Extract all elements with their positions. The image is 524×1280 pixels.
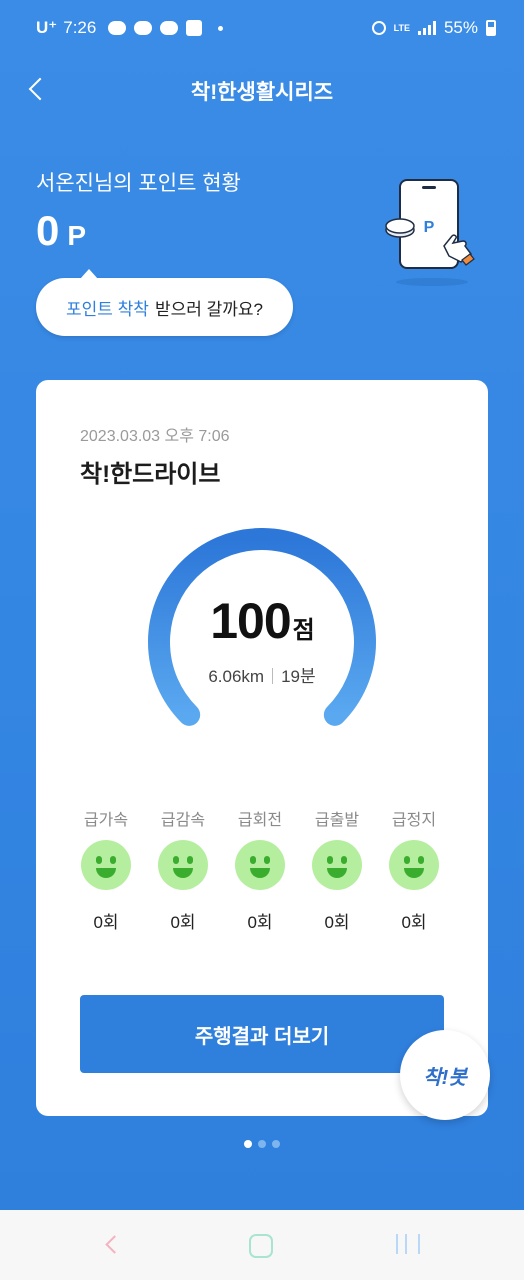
system-back-button[interactable] xyxy=(92,1230,132,1260)
card-title: 착!한드라이브 xyxy=(80,461,221,488)
app-notification-icon xyxy=(186,20,203,36)
event-label: 급출발 xyxy=(314,812,360,829)
bubble-rest-text: 받으러 갈까요? xyxy=(154,299,263,319)
page-dot xyxy=(244,1140,252,1148)
points-amount: 0 xyxy=(36,207,60,254)
page-dot xyxy=(272,1140,280,1148)
bubble-highlight-text: 포인트 착착 xyxy=(66,299,149,319)
driving-events: 급가속 0회 급감속 0회 급회전 0회 급출발 0회 급정지 0회 xyxy=(76,806,444,933)
page-indicator xyxy=(0,1140,524,1148)
talk-notification-icon xyxy=(108,21,127,35)
drive-date: 2023.03.03 오후 7:06 xyxy=(80,428,230,445)
battery-percent: 55% xyxy=(443,18,478,37)
status-bar: U⁺ 7:26 LTE 55% xyxy=(0,0,524,58)
points-unit: P xyxy=(67,220,87,251)
event-count: 0회 xyxy=(401,913,427,932)
event-count: 0회 xyxy=(324,913,350,932)
event-label: 급정지 xyxy=(391,812,437,829)
status-left: U⁺ 7:26 xyxy=(36,18,224,38)
battery-icon xyxy=(486,20,496,36)
lte-indicator: LTE xyxy=(393,22,410,33)
meta-divider xyxy=(272,668,274,684)
trip-distance: 6.06km xyxy=(208,667,265,686)
event-count: 0회 xyxy=(170,913,196,932)
event-label: 급가속 xyxy=(83,812,129,829)
app-header: 착!한생활시리즈 xyxy=(0,62,524,116)
trip-duration: 19분 xyxy=(281,667,316,686)
smiley-face-icon xyxy=(235,840,285,890)
event-hard-braking: 급감속 0회 xyxy=(153,806,213,933)
event-sudden-start: 급출발 0회 xyxy=(307,806,367,933)
signal-icon xyxy=(417,21,436,35)
phone-point-illustration: P xyxy=(385,179,475,286)
cup-notification-icon xyxy=(160,21,179,35)
drive-result-card: 2023.03.03 오후 7:06 착!한드라이브 100점 6.06km 19… xyxy=(36,380,488,1116)
event-sudden-stop: 급정지 0회 xyxy=(384,806,444,933)
smiley-face-icon xyxy=(312,840,362,890)
system-navigation-bar xyxy=(0,1210,524,1280)
alarm-icon xyxy=(371,21,386,35)
chatbot-button[interactable]: 착!봇 xyxy=(400,1030,490,1120)
points-status-label: 서온진님의 포인트 현황 xyxy=(36,172,241,195)
smiley-face-icon xyxy=(389,840,439,890)
event-label: 급회전 xyxy=(237,812,283,829)
event-hard-acceleration: 급가속 0회 xyxy=(76,806,136,933)
status-right: LTE 55% xyxy=(371,18,496,38)
score-value: 100 xyxy=(210,593,291,649)
system-home-button[interactable] xyxy=(240,1230,280,1260)
clock-time: 7:26 xyxy=(63,18,97,37)
trip-meta: 6.06km 19분 xyxy=(36,662,488,687)
app-screen: U⁺ 7:26 LTE 55% 착!한생활시리즈 서온진님의 포인트 현황 0P xyxy=(0,0,524,1210)
event-count: 0회 xyxy=(247,913,273,932)
view-more-results-button[interactable]: 주행결과 더보기 xyxy=(80,995,444,1073)
score-unit: 점 xyxy=(292,617,315,644)
points-value: 0P xyxy=(36,207,86,255)
page-dot xyxy=(258,1140,266,1148)
point-invite-bubble[interactable]: 포인트 착착 받으러 갈까요? xyxy=(36,269,293,336)
chat-notification-icon xyxy=(134,21,153,35)
event-sharp-turn: 급회전 0회 xyxy=(230,806,290,933)
more-notifications-dot-icon xyxy=(218,25,224,31)
smiley-face-icon xyxy=(81,840,131,890)
phone-point-letter: P xyxy=(424,219,435,236)
smiley-face-icon xyxy=(158,840,208,890)
drive-score: 100점 xyxy=(36,592,488,650)
carrier-label: U⁺ xyxy=(36,18,58,37)
event-count: 0회 xyxy=(93,913,119,932)
event-label: 급감속 xyxy=(160,812,206,829)
system-recent-apps-button[interactable] xyxy=(386,1230,426,1260)
page-title: 착!한생활시리즈 xyxy=(190,81,334,104)
